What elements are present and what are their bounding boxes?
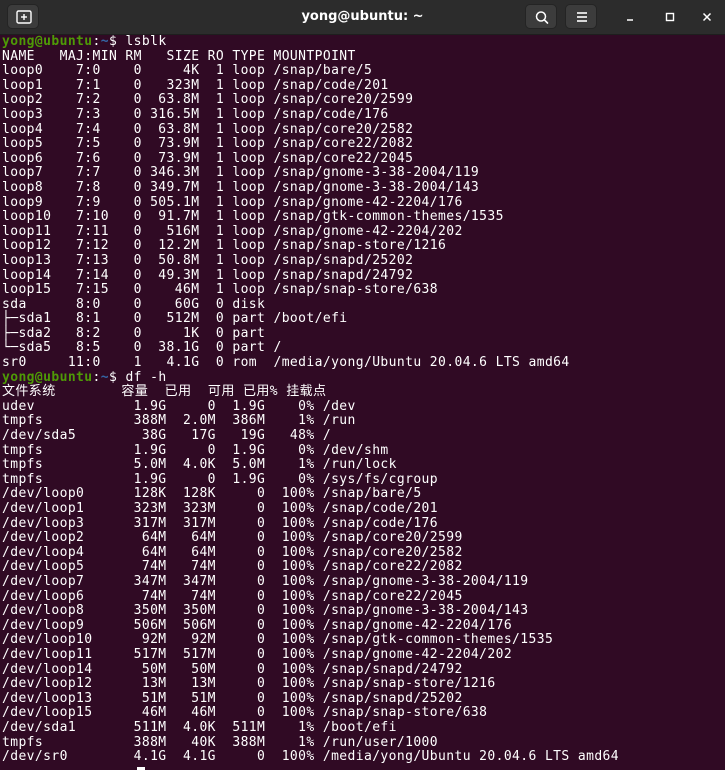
prompt-user-host: yong@ubuntu	[2, 34, 93, 49]
lsblk-output-line: loop12 7:12 0 12.2M 1 loop /snap/snap-st…	[2, 238, 447, 254]
maximize-icon	[665, 12, 675, 22]
minimize-icon	[627, 19, 633, 21]
title-bar[interactable]: yong@ubuntu: ~	[0, 0, 725, 35]
df-output-line: /dev/loop8 350M 350M 0 100% /snap/gnome-…	[2, 603, 529, 619]
menu-button[interactable]	[565, 4, 597, 29]
lsblk-output: NAME MAJ:MIN RM SIZE RO TYPE MOUNTPOINT l…	[2, 48, 725, 371]
df-output-line: /dev/sr0 4.1G 4.1G 0 100% /media/yong/Ub…	[2, 749, 619, 765]
prompt-path: ~	[100, 34, 109, 49]
prompt-path: ~	[100, 369, 109, 385]
lsblk-output-line: loop8 7:8 0 349.7M 1 loop /snap/gnome-3-…	[2, 179, 480, 195]
command-text: df -h	[125, 369, 167, 385]
lsblk-output-line: loop11 7:11 0 516M 1 loop /snap/gnome-42…	[2, 223, 463, 239]
lsblk-output-line: └─sda5 8:5 0 38.1G 0 part /	[2, 340, 282, 356]
df-output-line: /dev/sda1 511M 4.0K 511M 1% /boot/efi	[2, 719, 397, 735]
close-icon	[702, 12, 712, 22]
search-icon	[535, 11, 549, 24]
df-output-line: /dev/loop3 317M 317M 0 100% /snap/code/1…	[2, 515, 439, 531]
prompt-symbol: $	[108, 34, 126, 49]
lsblk-output-line: loop9 7:9 0 505.1M 1 loop /snap/gnome-42…	[2, 194, 463, 210]
command-line-lsblk: yong@ubuntu:~$ lsblk	[2, 34, 725, 50]
new-tab-button[interactable]	[7, 4, 39, 29]
lsblk-output-line: ├─sda1 8:1 0 512M 0 part /boot/efi	[2, 311, 348, 327]
lsblk-output-line: loop1 7:1 0 323M 1 loop /snap/code/201	[2, 77, 389, 93]
lsblk-output-line: loop6 7:6 0 73.9M 1 loop /snap/core22/20…	[2, 150, 414, 166]
df-output-line: /dev/loop9 506M 506M 0 100% /snap/gnome-…	[2, 617, 513, 633]
lsblk-output-line: NAME MAJ:MIN RM SIZE RO TYPE MOUNTPOINT	[2, 48, 356, 64]
df-output-line: /dev/loop13 51M 51M 0 100% /snap/snapd/2…	[2, 690, 463, 706]
new-tab-icon	[16, 10, 32, 24]
lsblk-output-line: loop14 7:14 0 49.3M 1 loop /snap/snapd/2…	[2, 267, 414, 283]
df-output-line: /dev/loop1 323M 323M 0 100% /snap/code/2…	[2, 501, 439, 516]
df-output-line: tmpfs 1.9G 0 1.9G 0% /dev/shm	[2, 442, 389, 458]
lsblk-output-line: loop10 7:10 0 91.7M 1 loop /snap/gtk-com…	[2, 209, 504, 225]
df-output-line: udev 1.9G 0 1.9G 0% /dev	[2, 398, 356, 414]
terminal-window: yong@ubuntu: ~ yong@ubuntu:~$ lsblk NAME…	[0, 0, 725, 770]
df-output-line: /dev/loop6 74M 74M 0 100% /snap/core22/2…	[2, 588, 463, 604]
hamburger-menu-icon	[577, 12, 587, 22]
df-output-line: tmpfs 388M 2.0M 386M 1% /run	[2, 413, 356, 429]
window-title: yong@ubuntu: ~	[301, 9, 424, 24]
prompt-separator: :	[92, 34, 101, 49]
lsblk-output-line: loop2 7:2 0 63.8M 1 loop /snap/core20/25…	[2, 92, 414, 108]
lsblk-output-line: sr0 11:0 1 4.1G 0 rom /media/yong/Ubuntu…	[2, 355, 570, 371]
lsblk-output-line: loop3 7:3 0 316.5M 1 loop /snap/code/176	[2, 106, 389, 122]
terminal-output[interactable]: yong@ubuntu:~$ lsblk NAME MAJ:MIN RM SIZ…	[2, 34, 725, 770]
df-output-line: tmpfs 388M 40K 388M 1% /run/user/1000	[2, 734, 439, 750]
df-output-line: 文件系统 容量 已用 可用 已用% 挂载点	[2, 384, 327, 400]
lsblk-output-line: loop0 7:0 0 4K 1 loop /snap/bare/5	[2, 63, 373, 79]
df-output-line: tmpfs 5.0M 4.0K 5.0M 1% /run/lock	[2, 457, 397, 473]
df-output-line: /dev/loop15 46M 46M 0 100% /snap/snap-st…	[2, 705, 488, 721]
lsblk-output-line: loop15 7:15 0 46M 1 loop /snap/snap-stor…	[2, 282, 439, 298]
df-output-line: /dev/loop7 347M 347M 0 100% /snap/gnome-…	[2, 573, 529, 589]
df-output: 文件系统 容量 已用 可用 已用% 挂载点 udev 1.9G 0 1.9G 0%…	[2, 385, 725, 764]
df-output-line: /dev/loop5 74M 74M 0 100% /snap/core22/2…	[2, 559, 463, 575]
search-button[interactable]	[525, 4, 557, 29]
df-output-line: /dev/loop14 50M 50M 0 100% /snap/snapd/2…	[2, 661, 463, 677]
lsblk-output-line: loop7 7:7 0 346.3M 1 loop /snap/gnome-3-…	[2, 165, 480, 181]
prompt-user-host: yong@ubuntu	[2, 369, 93, 385]
minimize-button[interactable]	[618, 5, 642, 29]
df-output-line: /dev/loop0 128K 128K 0 100% /snap/bare/5	[2, 486, 422, 502]
prompt-symbol: $	[108, 369, 126, 385]
df-output-line: /dev/loop4 64M 64M 0 100% /snap/core20/2…	[2, 544, 463, 560]
df-output-line: /dev/sda5 38G 17G 19G 48% /	[2, 428, 332, 444]
lsblk-output-line: loop13 7:13 0 50.8M 1 loop /snap/snapd/2…	[2, 252, 414, 268]
lsblk-output-line: loop5 7:5 0 73.9M 1 loop /snap/core22/20…	[2, 136, 414, 152]
close-button[interactable]	[695, 5, 719, 29]
df-output-line: tmpfs 1.9G 0 1.9G 0% /sys/fs/cgroup	[2, 471, 439, 487]
df-output-line: /dev/loop12 13M 13M 0 100% /snap/snap-st…	[2, 676, 496, 692]
df-output-line: /dev/loop11 517M 517M 0 100% /snap/gnome…	[2, 646, 513, 662]
maximize-button[interactable]	[658, 5, 682, 29]
df-output-line: /dev/loop10 92M 92M 0 100% /snap/gtk-com…	[2, 632, 554, 648]
df-output-line: /dev/loop2 64M 64M 0 100% /snap/core20/2…	[2, 530, 463, 546]
command-text: lsblk	[125, 34, 167, 49]
lsblk-output-line: loop4 7:4 0 63.8M 1 loop /snap/core20/25…	[2, 121, 414, 137]
prompt-separator: :	[92, 369, 101, 385]
